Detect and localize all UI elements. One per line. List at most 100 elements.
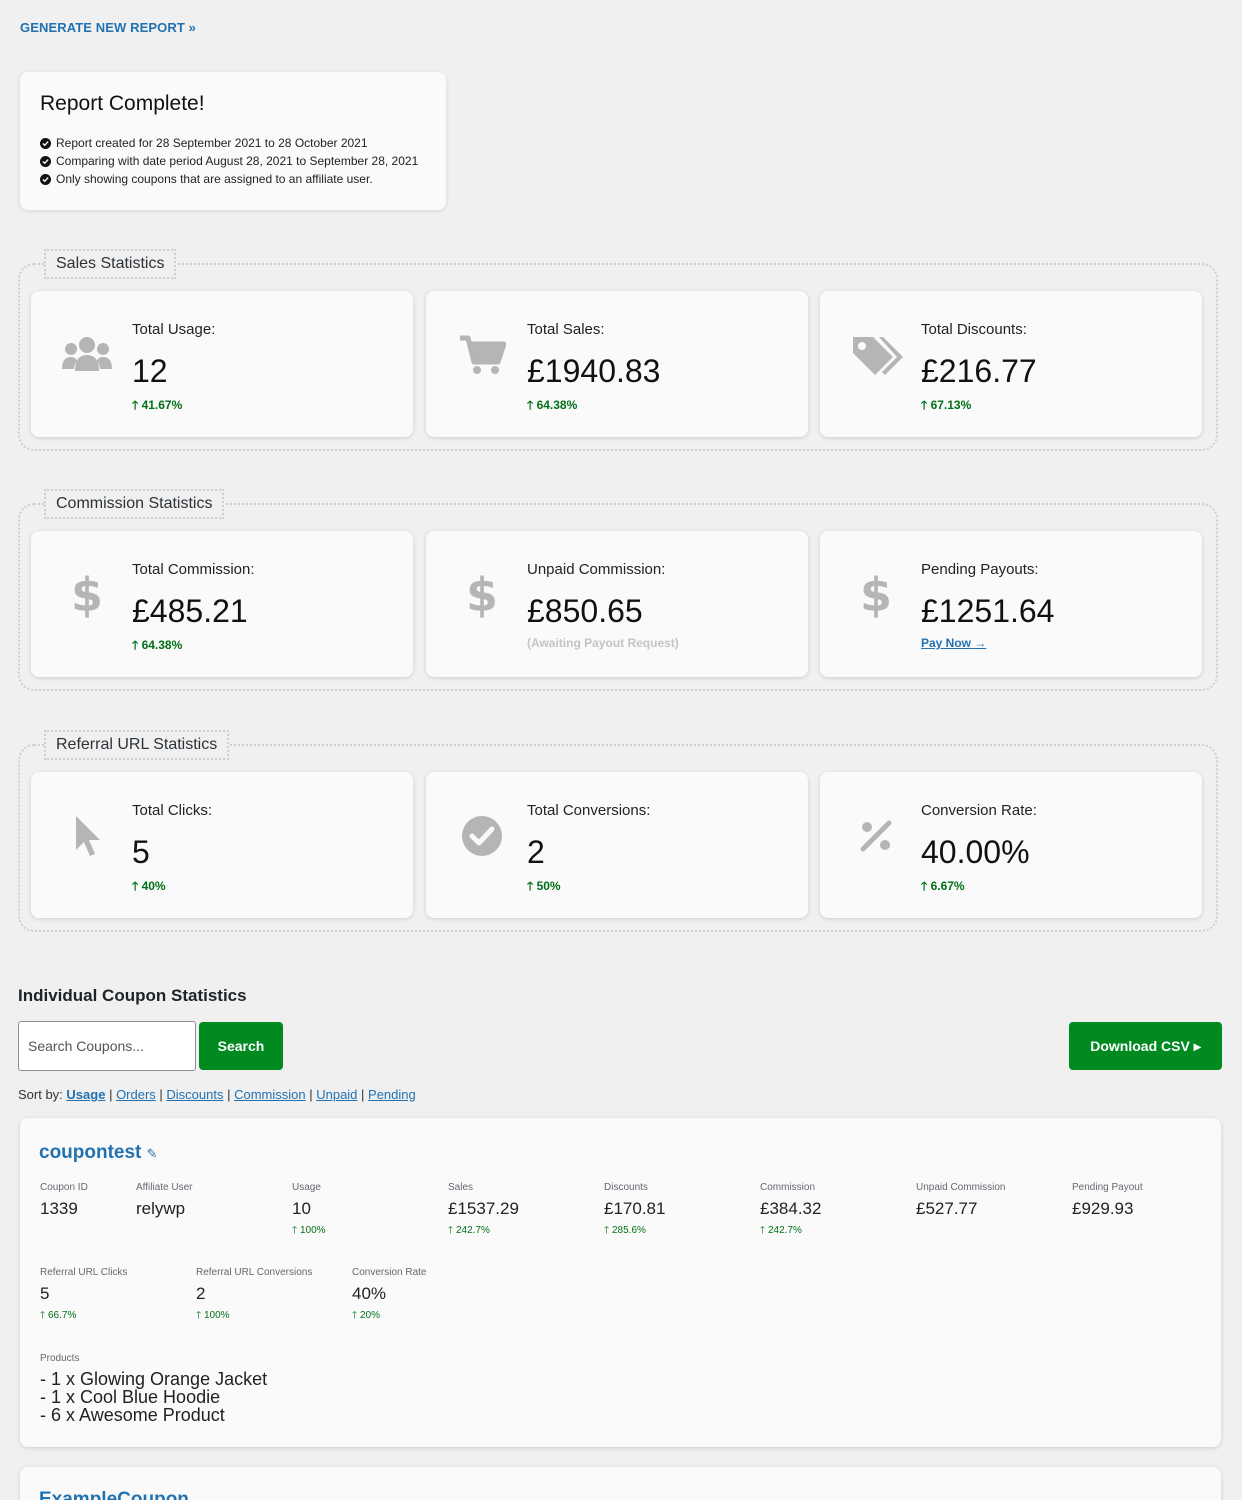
coupon-stat-commission: Commission £384.32 🡑 242.7% bbox=[760, 1182, 821, 1240]
coupon-stat-value: £384.32 bbox=[760, 1199, 822, 1218]
coupon-stat-unpaid-commission: Unpaid Commission £527.77 bbox=[916, 1182, 1005, 1219]
coupon-card: ExampleCoupon bbox=[20, 1467, 1221, 1500]
stat-label: Total Commission: bbox=[132, 561, 255, 578]
stat-value: £1251.64 bbox=[921, 593, 1055, 629]
coupon-stat-change-value: 100% bbox=[203, 1310, 230, 1321]
total-conversions-card: Total Conversions: 2 🡑 50% bbox=[426, 772, 808, 918]
coupon-stat-coupon-id: Coupon ID 1339 bbox=[40, 1182, 88, 1219]
coupon-stat-change-value: 242.7% bbox=[767, 1225, 802, 1236]
coupon-stat-label: Pending Payout bbox=[1072, 1182, 1143, 1193]
arrow-right-icon: → bbox=[974, 636, 987, 650]
stat-change-value: 64.38% bbox=[536, 398, 578, 412]
report-line: Only showing coupons that are assigned t… bbox=[40, 170, 426, 188]
search-button[interactable]: Search bbox=[199, 1022, 283, 1070]
unpaid-commission-card: $ Unpaid Commission: £850.65 (Awaiting P… bbox=[426, 531, 808, 677]
pay-now-label: Pay Now bbox=[921, 636, 972, 650]
dollar-icon: $ bbox=[859, 568, 892, 622]
coupon-stat-conversion-rate: Conversion Rate 40% 🡑 20% bbox=[352, 1267, 426, 1325]
download-csv-button[interactable]: Download CSV ▸ bbox=[1069, 1022, 1222, 1070]
total-discounts-card: Total Discounts: £216.77 🡑 67.13% bbox=[820, 291, 1202, 437]
pay-now-link[interactable]: Pay Now → bbox=[921, 636, 986, 650]
report-line-text: Comparing with date period August 28, 20… bbox=[56, 154, 419, 168]
stat-label: Total Discounts: bbox=[921, 321, 1027, 338]
check-icon bbox=[40, 137, 51, 149]
coupon-stat-label: Sales bbox=[448, 1182, 474, 1193]
coupon-stat-discounts: Discounts £170.81 🡑 285.6% bbox=[604, 1182, 665, 1240]
stat-change: 🡑 40% bbox=[132, 879, 166, 893]
coupon-stat-value: £929.93 bbox=[1072, 1199, 1134, 1218]
stat-change-value: 50% bbox=[536, 879, 561, 893]
coupon-stat-value: 2 bbox=[196, 1284, 206, 1303]
stat-change: 🡑 41.67% bbox=[132, 398, 183, 412]
coupon-stat-change: 🡑 100% bbox=[196, 1310, 230, 1321]
coupon-stat-value: 10 bbox=[292, 1199, 311, 1218]
stat-change-value: 6.67% bbox=[930, 879, 965, 893]
coupon-stat-value: 1339 bbox=[40, 1199, 78, 1218]
stat-change: 🡑 64.38% bbox=[132, 638, 183, 652]
product-item: - 1 x Glowing Orange Jacket bbox=[40, 1369, 268, 1389]
products-list: - 1 x Glowing Orange Jacket - 1 x Cool B… bbox=[40, 1370, 267, 1424]
sort-unpaid-link[interactable]: Unpaid bbox=[316, 1087, 357, 1102]
coupon-stat-referral-clicks: Referral URL Clicks 5 🡑 66.7% bbox=[40, 1267, 127, 1325]
coupon-name-link[interactable]: ExampleCoupon bbox=[39, 1489, 189, 1500]
coupon-stat-value: £527.77 bbox=[916, 1199, 978, 1218]
stat-label: Unpaid Commission: bbox=[527, 561, 666, 578]
stat-value: 12 bbox=[132, 353, 168, 389]
sort-commission-link[interactable]: Commission bbox=[234, 1087, 306, 1102]
sort-pending-link[interactable]: Pending bbox=[368, 1087, 416, 1102]
sort-usage-link[interactable]: Usage bbox=[66, 1087, 105, 1102]
cursor-icon bbox=[59, 814, 115, 858]
report-complete-card: Report Complete! Report created for 28 S… bbox=[20, 72, 446, 210]
coupon-name: ExampleCoupon bbox=[39, 1489, 189, 1500]
stat-label: Total Conversions: bbox=[527, 802, 651, 819]
coupon-stat-label: Affiliate User bbox=[136, 1182, 193, 1193]
users-icon bbox=[59, 333, 115, 377]
coupon-name-link[interactable]: coupontest ✎ bbox=[39, 1142, 158, 1164]
percent-icon bbox=[848, 814, 904, 858]
coupon-stat-change: 🡑 100% bbox=[292, 1225, 326, 1236]
coupon-stat-label: Commission bbox=[760, 1182, 816, 1193]
coupon-stat-label: Unpaid Commission bbox=[916, 1182, 1006, 1193]
cart-icon bbox=[454, 333, 510, 377]
product-item: - 1 x Cool Blue Hoodie bbox=[40, 1387, 221, 1407]
coupon-stat-label: Coupon ID bbox=[40, 1182, 88, 1193]
check-icon bbox=[40, 173, 51, 185]
coupon-stat-change-value: 20% bbox=[359, 1310, 380, 1321]
total-commission-card: $ Total Commission: £485.21 🡑 64.38% bbox=[31, 531, 413, 677]
tags-icon bbox=[848, 333, 904, 377]
edit-icon[interactable]: ✎ bbox=[147, 1146, 158, 1161]
coupon-name: coupontest bbox=[39, 1142, 142, 1163]
coupon-stat-change: 🡑 242.7% bbox=[760, 1225, 802, 1236]
pending-payouts-card: $ Pending Payouts: £1251.64 Pay Now → bbox=[820, 531, 1202, 677]
search-coupons-input[interactable] bbox=[18, 1021, 196, 1071]
product-item: - 6 x Awesome Product bbox=[40, 1405, 225, 1425]
check-icon bbox=[40, 155, 51, 167]
stat-change: 🡑 64.38% bbox=[527, 398, 578, 412]
stat-change: 🡑 67.13% bbox=[921, 398, 972, 412]
stat-label: Pending Payouts: bbox=[921, 561, 1039, 578]
report-line-text: Report created for 28 September 2021 to … bbox=[56, 136, 368, 150]
total-sales-card: Total Sales: £1940.83 🡑 64.38% bbox=[426, 291, 808, 437]
stat-change: 🡑 6.67% bbox=[921, 879, 965, 893]
coupon-stat-value: 40% bbox=[352, 1284, 387, 1303]
stat-value: £850.65 bbox=[527, 593, 643, 629]
coupon-stat-change: 🡑 66.7% bbox=[40, 1310, 77, 1321]
coupon-stat-value: 5 bbox=[40, 1284, 50, 1303]
coupon-stat-change: 🡑 285.6% bbox=[604, 1225, 646, 1236]
coupon-stat-label: Referral URL Conversions bbox=[196, 1267, 313, 1278]
coupon-stat-change-value: 242.7% bbox=[455, 1225, 490, 1236]
coupon-stat-pending-payout: Pending Payout £929.93 bbox=[1072, 1182, 1143, 1219]
coupon-stat-change-value: 66.7% bbox=[47, 1310, 77, 1321]
stat-value: £1940.83 bbox=[527, 353, 661, 389]
sort-discounts-link[interactable]: Discounts bbox=[166, 1087, 223, 1102]
sales-statistics-section: Sales Statistics Total Usage: 12 🡑 41.67… bbox=[18, 249, 1218, 451]
generate-new-report-link[interactable]: GENERATE NEW REPORT » bbox=[20, 20, 196, 35]
stat-change-value: 67.13% bbox=[930, 398, 972, 412]
sales-statistics-legend: Sales Statistics bbox=[44, 249, 177, 279]
stat-value: 40.00% bbox=[921, 834, 1030, 870]
stat-label: Total Clicks: bbox=[132, 802, 213, 819]
coupon-stat-label: Referral URL Clicks bbox=[40, 1267, 128, 1278]
report-line-text: Only showing coupons that are assigned t… bbox=[56, 172, 373, 186]
sort-orders-link[interactable]: Orders bbox=[116, 1087, 156, 1102]
stat-value: £485.21 bbox=[132, 593, 248, 629]
